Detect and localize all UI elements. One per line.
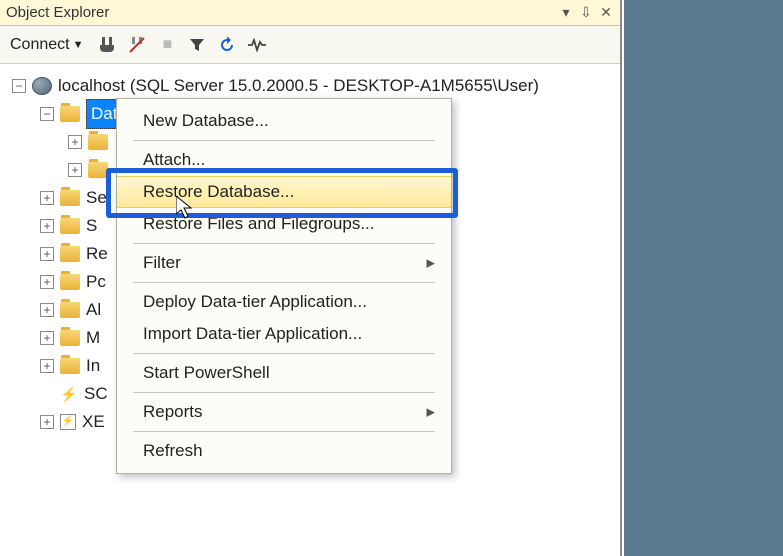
expand-icon[interactable]: + bbox=[40, 415, 54, 429]
menu-separator bbox=[133, 392, 435, 393]
folder-icon bbox=[88, 162, 108, 178]
expand-icon[interactable]: + bbox=[40, 359, 54, 373]
menu-import-data-tier[interactable]: Import Data-tier Application... bbox=[117, 318, 451, 350]
menu-new-database[interactable]: New Database... bbox=[117, 105, 451, 137]
tree-node-label: XE bbox=[82, 408, 105, 436]
menu-refresh[interactable]: Refresh bbox=[117, 435, 451, 467]
menu-separator bbox=[133, 243, 435, 244]
connect-label: Connect bbox=[10, 36, 70, 54]
tree-node-label: Se bbox=[86, 184, 107, 212]
folder-icon bbox=[60, 106, 80, 122]
menu-separator bbox=[133, 282, 435, 283]
panel-title: Object Explorer bbox=[6, 4, 554, 21]
tree-node-label: Pc bbox=[86, 268, 106, 296]
folder-icon bbox=[60, 358, 80, 374]
close-icon[interactable]: ✕ bbox=[598, 4, 614, 21]
tree-node-label: Al bbox=[86, 296, 101, 324]
outer-background bbox=[624, 0, 783, 556]
expand-icon[interactable]: + bbox=[40, 247, 54, 261]
menu-reports[interactable]: Reports bbox=[117, 396, 451, 428]
expand-icon[interactable]: + bbox=[40, 219, 54, 233]
expand-icon[interactable]: + bbox=[68, 163, 82, 177]
expand-icon[interactable]: + bbox=[40, 275, 54, 289]
tree-node-label: SC bbox=[84, 380, 108, 408]
xevent-icon: ⚡ bbox=[60, 414, 76, 430]
dropdown-icon[interactable]: ▾ bbox=[558, 4, 574, 21]
folder-icon bbox=[60, 330, 80, 346]
panel-title-bar: Object Explorer ▾ ⇩ ✕ bbox=[0, 0, 620, 26]
folder-icon bbox=[60, 190, 80, 206]
expand-icon[interactable]: + bbox=[40, 331, 54, 345]
context-menu: New Database... Attach... Restore Databa… bbox=[116, 98, 452, 474]
object-explorer-panel: Object Explorer ▾ ⇩ ✕ Connect ▼ ■ − bbox=[0, 0, 622, 556]
menu-restore-database[interactable]: Restore Database... bbox=[117, 176, 451, 208]
expand-icon[interactable]: + bbox=[68, 135, 82, 149]
refresh-icon[interactable] bbox=[217, 35, 237, 55]
toolbar: Connect ▼ ■ bbox=[0, 26, 620, 64]
server-label: localhost (SQL Server 15.0.2000.5 - DESK… bbox=[58, 72, 539, 100]
menu-restore-files[interactable]: Restore Files and Filegroups... bbox=[117, 208, 451, 240]
menu-attach[interactable]: Attach... bbox=[117, 144, 451, 176]
menu-separator bbox=[133, 431, 435, 432]
tree-node-label: S bbox=[86, 212, 97, 240]
folder-icon bbox=[60, 274, 80, 290]
folder-icon bbox=[60, 218, 80, 234]
menu-filter[interactable]: Filter bbox=[117, 247, 451, 279]
menu-separator bbox=[133, 353, 435, 354]
collapse-icon[interactable]: − bbox=[12, 79, 26, 93]
tree-server-row[interactable]: − localhost (SQL Server 15.0.2000.5 - DE… bbox=[4, 72, 616, 100]
connect-button[interactable]: Connect ▼ bbox=[6, 34, 87, 56]
stop-icon[interactable]: ■ bbox=[157, 35, 177, 55]
filter-icon[interactable] bbox=[187, 35, 207, 55]
activity-icon[interactable] bbox=[247, 35, 267, 55]
folder-icon bbox=[88, 134, 108, 150]
chevron-down-icon: ▼ bbox=[73, 39, 84, 51]
menu-start-powershell[interactable]: Start PowerShell bbox=[117, 357, 451, 389]
collapse-icon[interactable]: − bbox=[40, 107, 54, 121]
menu-separator bbox=[133, 140, 435, 141]
tree-node-label: Re bbox=[86, 240, 108, 268]
expand-icon[interactable]: + bbox=[40, 303, 54, 317]
connect-icon[interactable] bbox=[97, 35, 117, 55]
expand-icon[interactable]: + bbox=[40, 191, 54, 205]
tree-node-label: M bbox=[86, 324, 100, 352]
pin-icon[interactable]: ⇩ bbox=[578, 4, 594, 21]
server-icon bbox=[32, 77, 52, 95]
folder-icon bbox=[60, 302, 80, 318]
disconnect-icon[interactable] bbox=[127, 35, 147, 55]
agent-icon: ⚡ bbox=[60, 385, 78, 403]
tree-node-label: In bbox=[86, 352, 100, 380]
menu-deploy-data-tier[interactable]: Deploy Data-tier Application... bbox=[117, 286, 451, 318]
folder-icon bbox=[60, 246, 80, 262]
